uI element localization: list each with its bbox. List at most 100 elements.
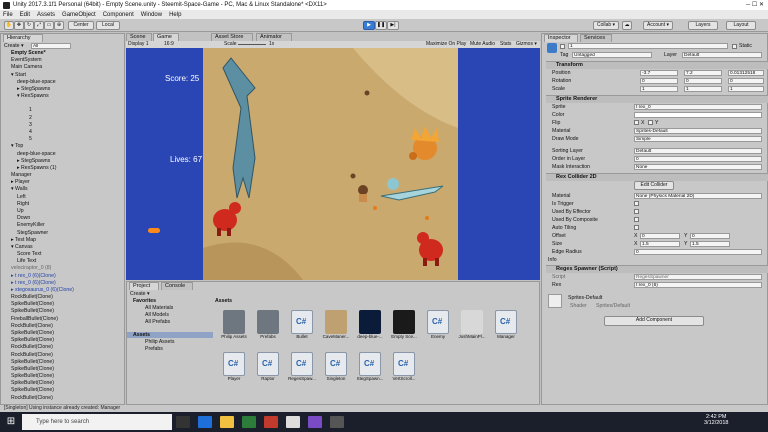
unity-taskbar-icon[interactable] <box>286 416 300 428</box>
mask-interaction-dropdown[interactable]: None <box>634 164 762 170</box>
transform-tool-icon[interactable]: ⊕ <box>54 21 64 30</box>
hierarchy-item[interactable]: ▸ StegSpawns <box>0 86 118 92</box>
tab-console[interactable]: Console <box>161 282 193 290</box>
hierarchy-item[interactable]: ▾ Top <box>0 143 118 149</box>
menu-gameobject[interactable]: GameObject <box>62 12 96 18</box>
menu-edit[interactable]: Edit <box>20 12 30 18</box>
favorite-all-materials[interactable]: All Materials <box>145 305 173 311</box>
hierarchy-item[interactable]: ▸ Test Map <box>0 237 118 243</box>
hierarchy-item[interactable]: RockBullet(Clone) <box>0 352 118 358</box>
hierarchy-search-input[interactable]: All <box>31 43 71 49</box>
static-checkbox[interactable] <box>732 44 737 49</box>
asset-item[interactable]: RegesSpaw... <box>287 352 317 390</box>
assets-folder[interactable]: Assets <box>127 332 213 338</box>
account-dropdown[interactable]: Account ▾ <box>643 21 673 30</box>
rex-collider-header[interactable]: Rex Collider 2D <box>546 173 768 181</box>
offset-x-field[interactable]: 0 <box>640 233 680 239</box>
hierarchy-item[interactable]: ▸ StegSpawns <box>0 158 118 164</box>
transform-x-field[interactable]: 1 <box>640 86 678 92</box>
hierarchy-item[interactable]: velociraptor_0 (8) <box>0 265 118 271</box>
scale-tool-icon[interactable]: ⤢ <box>34 21 44 30</box>
order-in-layer-field[interactable]: 0 <box>634 156 762 162</box>
asset-item[interactable]: deep-blue-... <box>355 310 385 348</box>
asset-item[interactable]: Raptor <box>253 352 283 390</box>
sprite-renderer-header[interactable]: Sprite Renderer <box>546 95 768 103</box>
tab-services[interactable]: Services <box>580 34 612 42</box>
hierarchy-item[interactable]: ▸ Player <box>0 179 118 185</box>
material-field[interactable]: Sprites-Default <box>634 128 762 134</box>
transform-y-field[interactable]: 7.2 <box>684 70 722 76</box>
hierarchy-item[interactable]: 4 <box>0 129 118 135</box>
hierarchy-item[interactable]: SpikeBullet(Clone) <box>0 308 118 314</box>
pivot-center-button[interactable]: Center <box>68 21 94 30</box>
edit-collider-button[interactable]: Edit Collider <box>634 181 674 190</box>
transform-x-field[interactable]: 0 <box>640 78 678 84</box>
transform-header[interactable]: Transform <box>546 61 768 69</box>
rect-tool-icon[interactable]: ▭ <box>44 21 54 30</box>
hierarchy-item[interactable]: Main Camera <box>0 64 118 70</box>
hierarchy-item[interactable]: RockBullet(Clone) <box>0 323 118 329</box>
hierarchy-item[interactable]: ▸ t rex_0 (6)(Clone) <box>0 273 118 279</box>
console-status-bar[interactable]: [Singleton] Using instance already creat… <box>0 405 768 412</box>
hierarchy-item[interactable]: ▸ t rex_0 (6)(Clone) <box>0 280 118 286</box>
menu-file[interactable]: File <box>3 12 13 18</box>
tab-project[interactable]: Project <box>129 282 159 290</box>
task-view-icon[interactable] <box>176 416 190 428</box>
hierarchy-item[interactable]: EnemyKiller <box>0 222 118 228</box>
spawner-script-header[interactable]: Reges Spawner (Script) <box>546 265 768 273</box>
collab-dropdown[interactable]: Collab ▾ <box>593 21 619 30</box>
scale-slider[interactable] <box>238 44 266 45</box>
rex-field[interactable]: t rex_0 (6) <box>634 282 762 288</box>
tab-asset-store[interactable]: Asset Store <box>211 33 253 41</box>
favorite-all-models[interactable]: All Models <box>145 312 169 318</box>
tab-game[interactable]: Game <box>153 33 179 41</box>
size-y-field[interactable]: 1.5 <box>690 241 730 247</box>
asset-item[interactable]: JoshMainPl... <box>457 310 487 348</box>
folder-philip-assets[interactable]: Philip Assets <box>145 339 174 345</box>
step-button[interactable]: ▶| <box>387 21 399 30</box>
hierarchy-item[interactable]: ▸ stegosaurus_0 (6)(Clone) <box>0 287 118 293</box>
hierarchy-item[interactable]: ▾ RexSpawns <box>0 93 118 99</box>
mute-audio-toggle[interactable]: Mute Audio <box>470 41 495 48</box>
tab-inspector[interactable]: Inspector <box>544 34 578 42</box>
flip-x-checkbox[interactable] <box>634 120 639 125</box>
hierarchy-item[interactable]: Right <box>0 201 118 207</box>
hierarchy-create-button[interactable]: Create ▾ <box>4 43 24 49</box>
layout-dropdown[interactable]: Layout <box>726 21 756 30</box>
hierarchy-item[interactable]: StegSpawner <box>0 230 118 236</box>
hierarchy-item[interactable]: Up <box>0 208 118 214</box>
asset-item[interactable]: CaveManer... <box>321 310 351 348</box>
menu-assets[interactable]: Assets <box>37 12 55 18</box>
layer-dropdown[interactable]: Default <box>682 52 762 58</box>
maximize-on-play-toggle[interactable]: Maximize On Play <box>426 41 466 48</box>
project-create-button[interactable]: Create ▾ <box>130 291 150 297</box>
asset-item[interactable]: VertScroll... <box>389 352 419 390</box>
hierarchy-item[interactable]: 1 <box>0 107 118 113</box>
play-button[interactable]: ▶ <box>363 21 375 30</box>
aspect-dropdown[interactable]: 16:9 <box>164 41 174 48</box>
hierarchy-item[interactable]: Manager <box>0 172 118 178</box>
menu-window[interactable]: Window <box>141 12 162 18</box>
color-field[interactable] <box>634 112 762 118</box>
offset-y-field[interactable]: 0 <box>690 233 730 239</box>
used-by-composite-checkbox[interactable] <box>634 217 639 222</box>
gizmos-dropdown[interactable]: Gizmos ▾ <box>516 41 537 48</box>
menu-help[interactable]: Help <box>169 12 181 18</box>
hierarchy-item[interactable]: Empty Scene* <box>0 50 118 56</box>
size-x-field[interactable]: 1.5 <box>640 241 680 247</box>
hierarchy-item[interactable]: SpikeBullet(Clone) <box>0 359 118 365</box>
hierarchy-item[interactable]: Life Text <box>0 258 118 264</box>
hierarchy-item[interactable]: SpikeBullet(Clone) <box>0 301 118 307</box>
auto-tiling-checkbox[interactable] <box>634 225 639 230</box>
asset-item[interactable]: Empty Sce... <box>389 310 419 348</box>
hand-tool-icon[interactable]: ✋ <box>4 21 14 30</box>
hierarchy-item[interactable]: EventSystem <box>0 57 118 63</box>
asset-item[interactable]: Manager <box>491 310 521 348</box>
is-trigger-checkbox[interactable] <box>634 201 639 206</box>
pivot-local-button[interactable]: Local <box>96 21 120 30</box>
hierarchy-item[interactable]: Left <box>0 194 118 200</box>
layers-dropdown[interactable]: Layers <box>688 21 718 30</box>
tag-dropdown[interactable]: Untagged <box>572 52 652 58</box>
hierarchy-item[interactable]: 5 <box>0 136 118 142</box>
hierarchy-item[interactable]: ▾ Walls <box>0 186 118 192</box>
